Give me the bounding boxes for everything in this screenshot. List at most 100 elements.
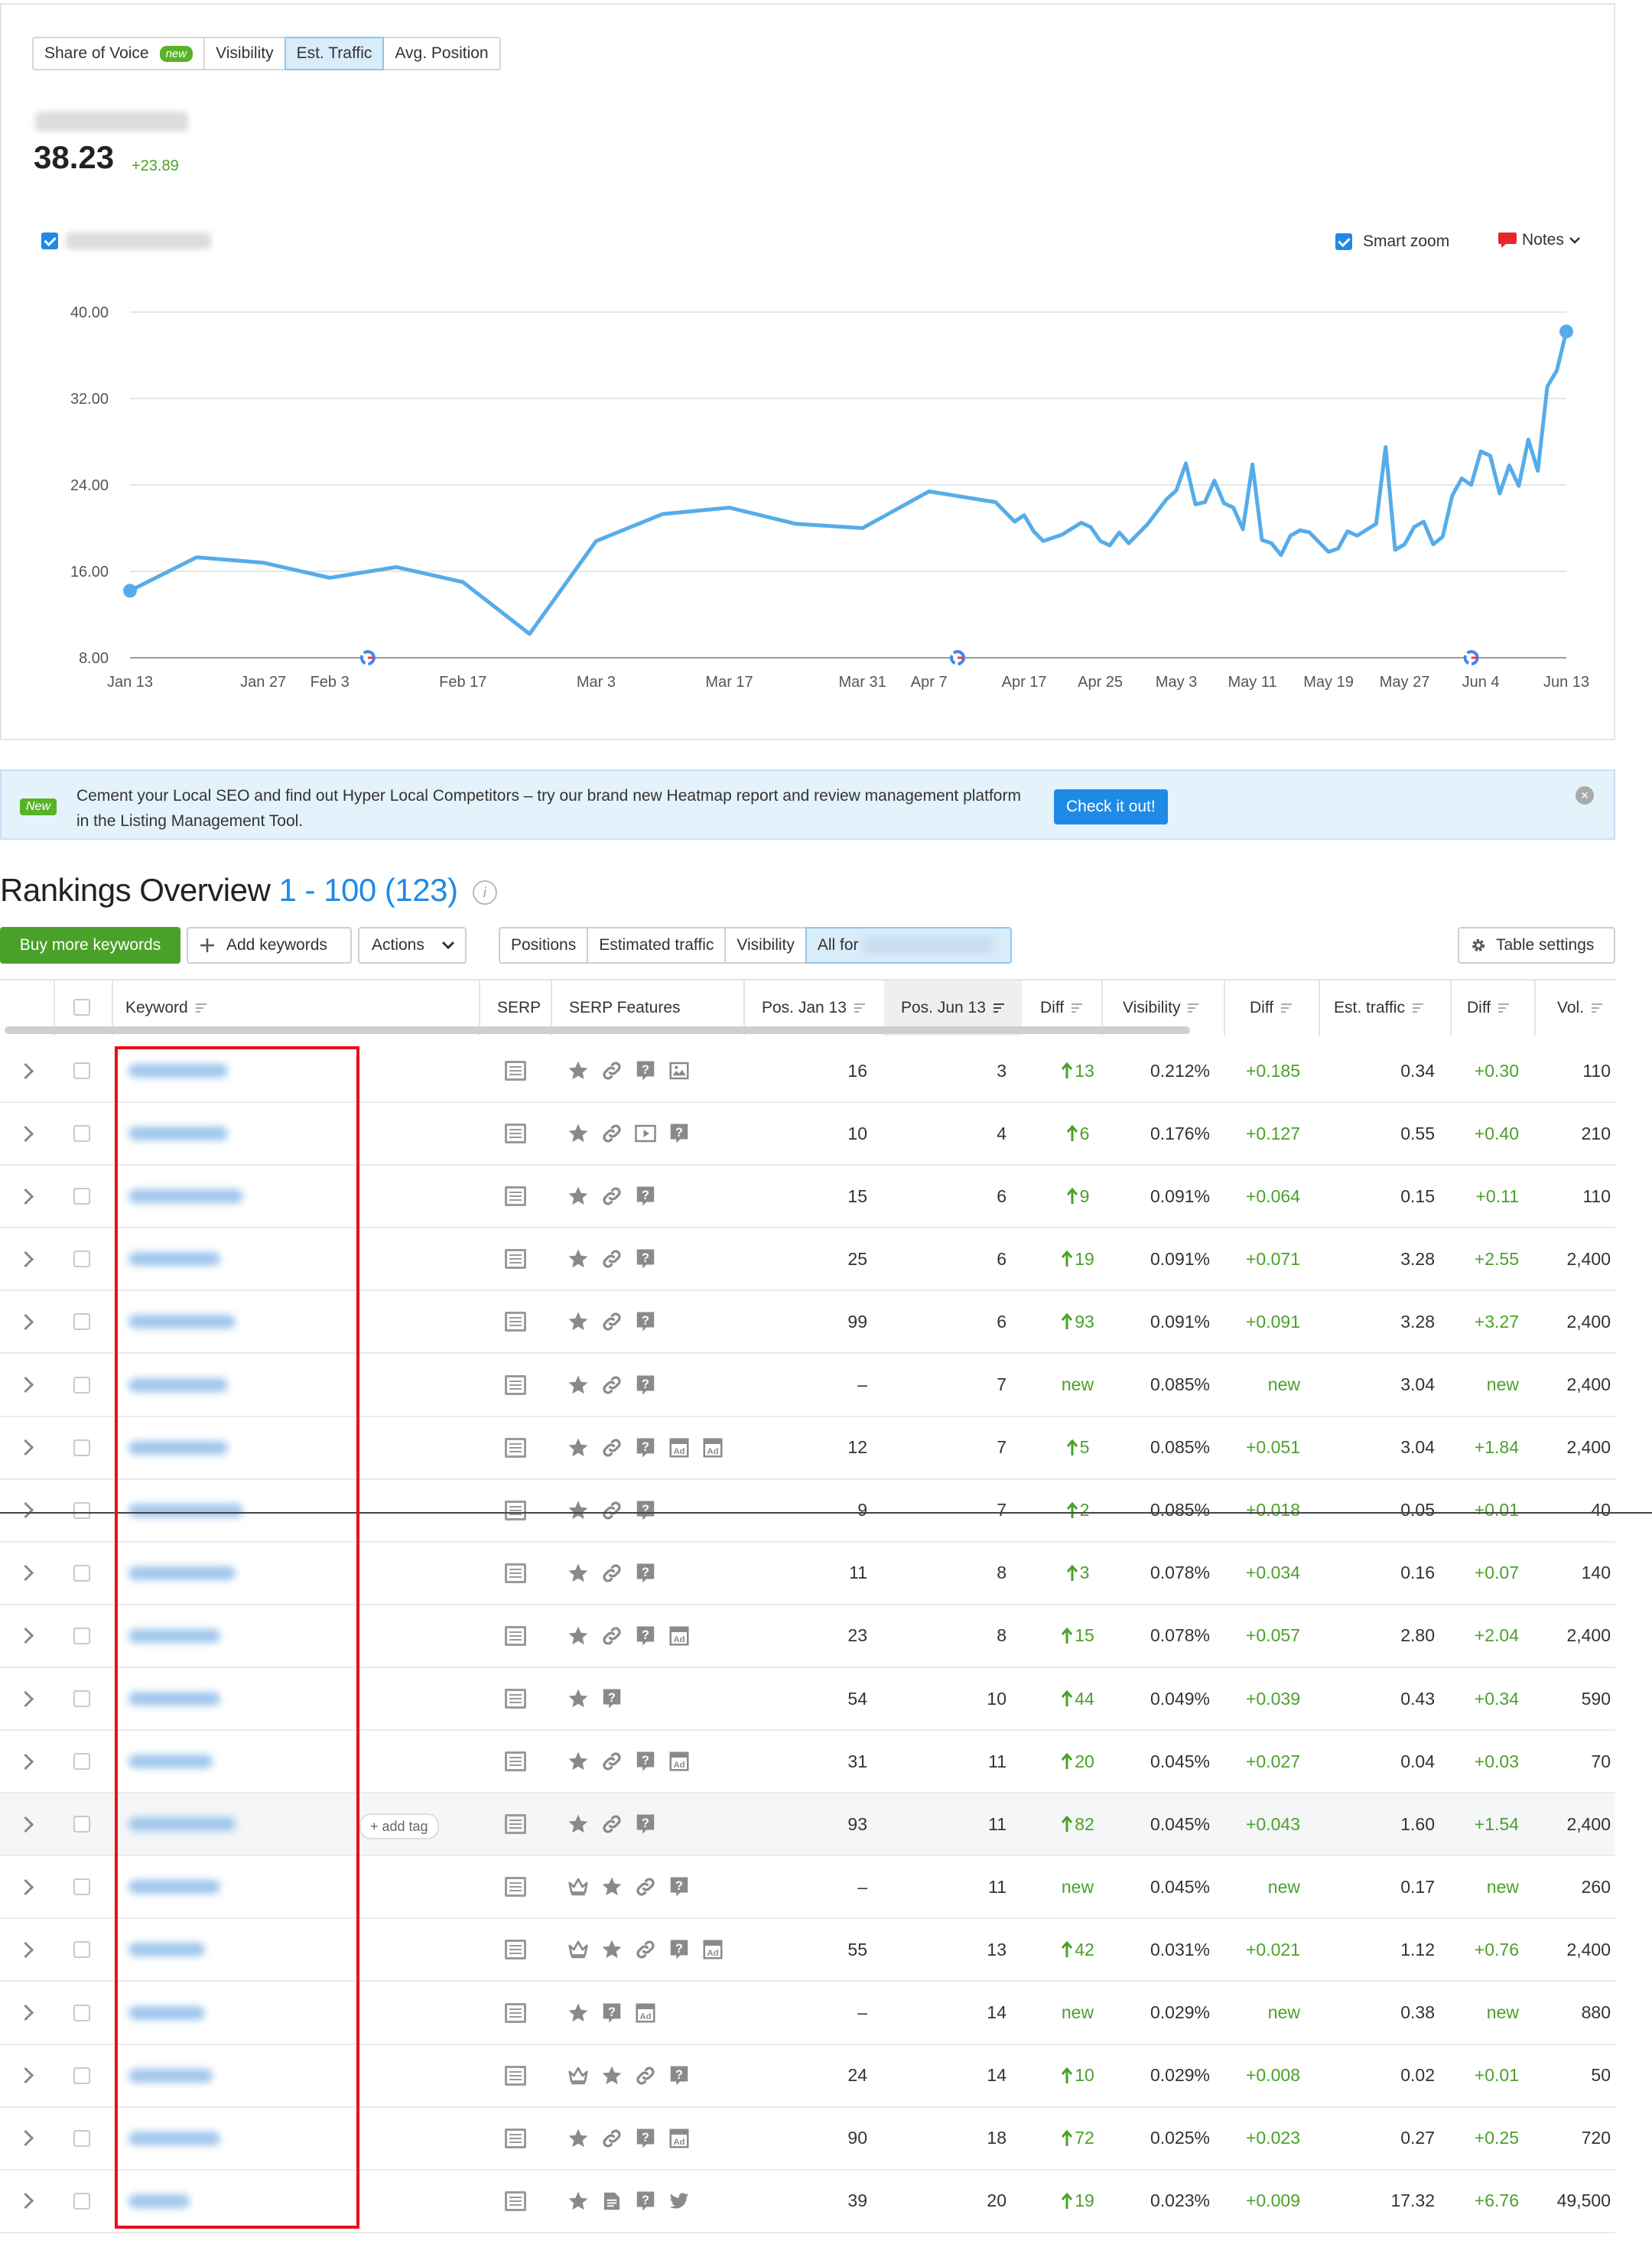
faq-icon[interactable]: ? <box>633 1309 658 1334</box>
crown-icon[interactable] <box>566 2064 590 2088</box>
row-checkbox[interactable] <box>73 1941 90 1959</box>
star-icon[interactable] <box>566 1373 590 1397</box>
link-icon[interactable] <box>600 1498 624 1523</box>
serp-snapshot-icon[interactable] <box>505 1124 526 1144</box>
col-est-traffic[interactable]: Est. traffic <box>1334 999 1423 1017</box>
rankings-range-link[interactable]: 1 - 100 (123) <box>278 872 457 908</box>
serp-snapshot-icon[interactable] <box>505 1186 526 1207</box>
serp-snapshot-icon[interactable] <box>505 1814 526 1835</box>
link-icon[interactable] <box>600 1624 624 1648</box>
expand-row-button[interactable] <box>17 1291 35 1352</box>
link-icon[interactable] <box>600 1812 624 1836</box>
link-icon[interactable] <box>633 1937 658 1962</box>
star-icon[interactable] <box>566 2189 590 2213</box>
faq-icon[interactable]: ? <box>667 2064 691 2088</box>
metric-tab-avg-position[interactable]: Avg. Position <box>382 37 501 70</box>
link-icon[interactable] <box>633 2064 658 2088</box>
expand-row-button[interactable] <box>17 1355 35 1416</box>
faq-icon[interactable]: ? <box>633 1812 658 1836</box>
expand-row-button[interactable] <box>17 1543 35 1604</box>
row-checkbox[interactable] <box>73 1816 90 1833</box>
google-update-icon[interactable] <box>1463 650 1479 665</box>
serp-snapshot-icon[interactable] <box>505 1437 526 1458</box>
row-checkbox[interactable] <box>73 1250 90 1268</box>
serp-snapshot-icon[interactable] <box>505 2190 526 2211</box>
close-icon[interactable]: × <box>1576 786 1594 805</box>
expand-row-button[interactable] <box>17 1103 35 1164</box>
segment-visibility[interactable]: Visibility <box>724 927 807 964</box>
serp-snapshot-icon[interactable] <box>505 1061 526 1081</box>
actions-dropdown[interactable]: Actions <box>358 927 467 964</box>
row-checkbox[interactable] <box>73 1564 90 1582</box>
faq-icon[interactable]: ? <box>600 2001 624 2025</box>
link-icon[interactable] <box>600 1059 624 1083</box>
row-checkbox[interactable] <box>73 2129 90 2147</box>
expand-row-button[interactable] <box>17 1605 35 1667</box>
row-checkbox[interactable] <box>73 1753 90 1771</box>
metric-tab-visibility[interactable]: Visibility <box>203 37 286 70</box>
star-icon[interactable] <box>566 1184 590 1208</box>
link-icon[interactable] <box>600 1373 624 1397</box>
info-icon[interactable]: i <box>472 880 497 905</box>
serp-snapshot-icon[interactable] <box>505 1689 526 1709</box>
buy-more-keywords-button[interactable]: Buy more keywords <box>0 927 180 964</box>
expand-row-button[interactable] <box>17 2171 35 2232</box>
add-tag-button[interactable]: + add tag <box>359 1813 439 1840</box>
expand-row-button[interactable] <box>17 1731 35 1792</box>
faq-icon[interactable]: ? <box>633 1184 658 1208</box>
faq-icon[interactable]: ? <box>633 2189 658 2213</box>
expand-row-button[interactable] <box>17 1794 35 1855</box>
ad-icon[interactable]: Ad <box>701 1436 725 1460</box>
faq-icon[interactable]: ? <box>633 1749 658 1774</box>
col-keyword[interactable]: Keyword <box>125 999 206 1017</box>
link-icon[interactable] <box>600 1121 624 1146</box>
link-icon[interactable] <box>600 1749 624 1774</box>
horizontal-scrollbar[interactable] <box>5 1026 1190 1034</box>
row-checkbox[interactable] <box>73 1501 90 1519</box>
faq-icon[interactable]: ? <box>667 1121 691 1146</box>
serp-snapshot-icon[interactable] <box>505 1877 526 1898</box>
serp-snapshot-icon[interactable] <box>505 1500 526 1520</box>
serp-snapshot-icon[interactable] <box>505 2002 526 2023</box>
expand-row-button[interactable] <box>17 1856 35 1917</box>
link-icon[interactable] <box>633 1875 658 1899</box>
expand-row-button[interactable] <box>17 1668 35 1729</box>
row-checkbox[interactable] <box>73 2192 90 2210</box>
expand-row-button[interactable] <box>17 2045 35 2106</box>
star-icon[interactable] <box>566 1812 590 1836</box>
serp-snapshot-icon[interactable] <box>505 1312 526 1332</box>
col-pos-jun13[interactable]: Pos. Jun 13 <box>901 999 1004 1017</box>
notes-dropdown[interactable]: Notes <box>1498 231 1581 249</box>
star-icon[interactable] <box>600 1937 624 1962</box>
col-visibility[interactable]: Visibility <box>1123 999 1199 1017</box>
serp-snapshot-icon[interactable] <box>505 2128 526 2148</box>
row-checkbox[interactable] <box>73 1313 90 1331</box>
faq-icon[interactable]: ? <box>667 1875 691 1899</box>
expand-row-button[interactable] <box>17 1417 35 1478</box>
link-icon[interactable] <box>600 2126 624 2151</box>
segment-estimated-traffic[interactable]: Estimated traffic <box>587 927 727 964</box>
ad-icon[interactable]: Ad <box>667 1436 691 1460</box>
twitter-icon[interactable] <box>667 2189 691 2213</box>
serp-snapshot-icon[interactable] <box>505 1625 526 1646</box>
smart-zoom-checkbox[interactable] <box>1335 233 1352 250</box>
image-icon[interactable] <box>667 1059 691 1083</box>
row-checkbox[interactable] <box>73 1125 90 1143</box>
video-icon[interactable] <box>633 1121 658 1146</box>
google-update-icon[interactable] <box>950 650 966 665</box>
row-checkbox[interactable] <box>73 2004 90 2021</box>
serp-snapshot-icon[interactable] <box>505 1374 526 1395</box>
segment-positions[interactable]: Positions <box>499 927 589 964</box>
faq-icon[interactable]: ? <box>633 1624 658 1648</box>
add-keywords-button[interactable]: Add keywords <box>187 927 352 964</box>
expand-row-button[interactable] <box>17 2108 35 2169</box>
star-icon[interactable] <box>600 2064 624 2088</box>
row-checkbox[interactable] <box>73 1188 90 1205</box>
faq-icon[interactable]: ? <box>633 1561 658 1585</box>
table-settings-button[interactable]: Table settings <box>1458 927 1615 964</box>
metric-tab-est-traffic[interactable]: Est. Traffic <box>284 37 385 70</box>
row-checkbox[interactable] <box>73 1062 90 1079</box>
serp-snapshot-icon[interactable] <box>505 1249 526 1270</box>
link-icon[interactable] <box>600 1561 624 1585</box>
check-it-out-button[interactable]: Check it out! <box>1054 789 1168 824</box>
